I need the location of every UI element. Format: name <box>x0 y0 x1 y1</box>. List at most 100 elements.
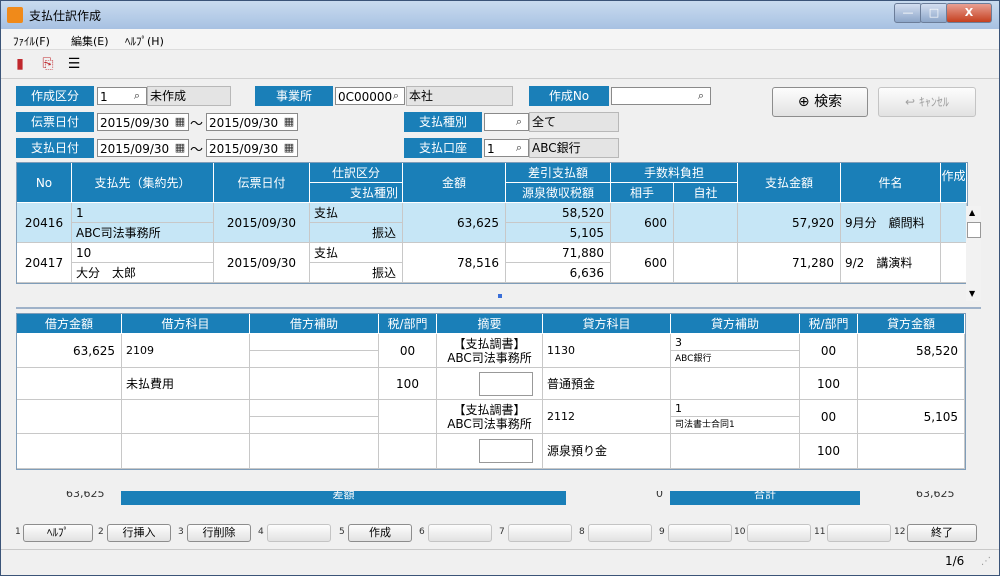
credit-amount[interactable]: 58,520 <box>858 334 965 368</box>
payment-table: No 支払先（集約先） 伝票日付 仕訳区分 支払種別 金額 差引支払額 源泉徴収… <box>16 162 968 284</box>
fkey-num: 1 <box>15 527 21 537</box>
credit-tax[interactable]: 00 <box>800 334 858 368</box>
fkey-8-button[interactable] <box>588 524 652 542</box>
maximize-button[interactable]: □ <box>920 3 948 23</box>
debit-sub-code[interactable] <box>250 400 379 417</box>
list-icon[interactable]: ☰ <box>65 55 83 73</box>
sakusei-no-label: 作成No <box>529 86 609 106</box>
payment-table-scrollbar[interactable]: ▲ ▼ <box>966 206 981 301</box>
debit-sub-code[interactable] <box>250 334 379 351</box>
debit-amount[interactable]: 63,625 <box>17 334 122 368</box>
calendar-icon[interactable]: ▦ <box>173 141 187 155</box>
menu-edit[interactable]: 編集(E) <box>71 33 109 49</box>
search-icon[interactable]: ⌕ <box>512 141 526 155</box>
debit-tax[interactable]: 00 <box>379 334 437 368</box>
menu-help[interactable]: ﾍﾙﾌﾟ(H) <box>125 33 164 49</box>
undo-icon: ↩ <box>905 95 919 109</box>
col-fee: 手数料負担 <box>611 163 738 183</box>
sakusei-kubun-label: 作成区分 <box>16 86 94 106</box>
fkey-11-button[interactable] <box>827 524 891 542</box>
debit-account-code[interactable] <box>122 400 250 434</box>
fkey-10-button[interactable] <box>747 524 811 542</box>
denpyo-date-label: 伝票日付 <box>16 112 94 132</box>
credit-sub-name: 司法書士合同1 <box>671 417 800 434</box>
splitter-handle[interactable] <box>498 294 502 298</box>
search-icon[interactable]: ⌕ <box>130 89 144 103</box>
resize-grip-icon[interactable]: ⋰ <box>981 556 991 567</box>
row-created <box>941 203 967 243</box>
credit-account-name: 普通預金 <box>543 368 671 400</box>
summary[interactable]: 【支払調書】 ABC司法事務所 <box>437 334 543 368</box>
col-credit-account: 貸方科目 <box>543 314 671 334</box>
minimize-button[interactable]: — <box>894 3 922 23</box>
fkey-7-button[interactable] <box>508 524 572 542</box>
calendar-icon[interactable]: ▦ <box>173 115 187 129</box>
row-shubetsu: 振込 <box>310 223 403 243</box>
help-button[interactable]: ﾍﾙﾌﾟ <box>23 524 93 542</box>
row-fee-self <box>674 243 738 283</box>
calendar-icon[interactable]: ▦ <box>282 115 296 129</box>
credit-tax[interactable]: 00 <box>800 400 858 434</box>
credit-total: 63,625 <box>916 491 955 500</box>
row-kubun: 支払 <box>310 203 403 223</box>
close-button[interactable]: X <box>946 3 992 23</box>
credit-dept[interactable]: 100 <box>800 368 858 400</box>
row-gensen: 5,105 <box>506 223 611 243</box>
col-shiharai-shubetsu: 支払種別 <box>310 183 403 203</box>
credit-sub-extra <box>671 434 800 469</box>
search-button[interactable]: ⊕ 検索 <box>772 87 868 117</box>
journal-table: 借方金額 借方科目 借方補助 税/部門 摘要 貸方科目 貸方補助 税/部門 貸方… <box>16 313 966 470</box>
menu-file[interactable]: ﾌｧｲﾙ(F) <box>13 33 50 49</box>
search-icon[interactable]: ⌕ <box>694 89 708 103</box>
summary[interactable]: 【支払調書】 ABC司法事務所 <box>437 400 543 434</box>
row-pay: 57,920 <box>738 203 841 243</box>
debit-dept[interactable]: 100 <box>379 368 437 400</box>
splitter[interactable] <box>16 307 981 309</box>
col-summary: 摘要 <box>437 314 543 334</box>
exit-button[interactable]: 終了 <box>907 524 977 542</box>
col-gensen: 源泉徴収税額 <box>506 183 611 203</box>
credit-account-code[interactable]: 1130 <box>543 334 671 368</box>
shiharai-koza-name: ABC銀行 <box>529 138 619 158</box>
debit-account-code[interactable]: 2109 <box>122 334 250 368</box>
fkey-6-button[interactable] <box>428 524 492 542</box>
credit-account-code[interactable]: 2112 <box>543 400 671 434</box>
debit-tax[interactable] <box>379 400 437 434</box>
create-button[interactable]: 作成 <box>348 524 412 542</box>
window-title: 支払仕訳作成 <box>29 9 102 23</box>
col-date: 伝票日付 <box>214 163 310 203</box>
scroll-down-icon[interactable]: ▼ <box>969 289 975 298</box>
calendar-icon[interactable]: ▦ <box>282 141 296 155</box>
search-icon[interactable]: ⌕ <box>389 89 403 103</box>
fkey-9-button[interactable] <box>668 524 732 542</box>
col-sashihiki: 差引支払額 <box>506 163 611 183</box>
debit-sub-extra <box>250 434 379 469</box>
shiharai-koza-label: 支払口座 <box>404 138 482 158</box>
row-sashihiki: 58,520 <box>506 203 611 223</box>
payee-name: ABC司法事務所 <box>72 223 214 243</box>
fkey-num: 6 <box>419 527 425 537</box>
fkey-num: 5 <box>339 527 345 537</box>
title-bar[interactable]: 支払仕訳作成 — □ X <box>1 1 999 29</box>
total-label: 合計 <box>670 491 860 505</box>
credit-sub-code[interactable]: 1 <box>671 400 800 417</box>
debit-dept[interactable] <box>379 434 437 469</box>
scroll-thumb[interactable] <box>967 222 981 238</box>
credit-dept[interactable]: 100 <box>800 434 858 469</box>
summary-code-input[interactable] <box>479 372 533 396</box>
fkey-4-button[interactable] <box>267 524 331 542</box>
scroll-up-icon[interactable]: ▲ <box>969 208 975 217</box>
fkey-num: 10 <box>734 527 746 537</box>
summary-code-input[interactable] <box>479 439 533 463</box>
credit-amount[interactable]: 5,105 <box>858 400 965 434</box>
delete-row-button[interactable]: 行削除 <box>187 524 251 542</box>
cancel-button[interactable]: ↩ ｷｬﾝｾﾙ <box>878 87 976 117</box>
debit-amount-sub <box>17 434 122 469</box>
col-credit-amount: 貸方金額 <box>858 314 965 334</box>
insert-row-button[interactable]: 行挿入 <box>107 524 171 542</box>
debit-amount[interactable] <box>17 400 122 434</box>
credit-sub-code[interactable]: 3 <box>671 334 800 351</box>
search-icon[interactable]: ⌕ <box>512 115 526 129</box>
exit-icon[interactable]: ▮ <box>11 55 29 73</box>
new-record-icon[interactable]: ⎘ <box>39 55 57 73</box>
